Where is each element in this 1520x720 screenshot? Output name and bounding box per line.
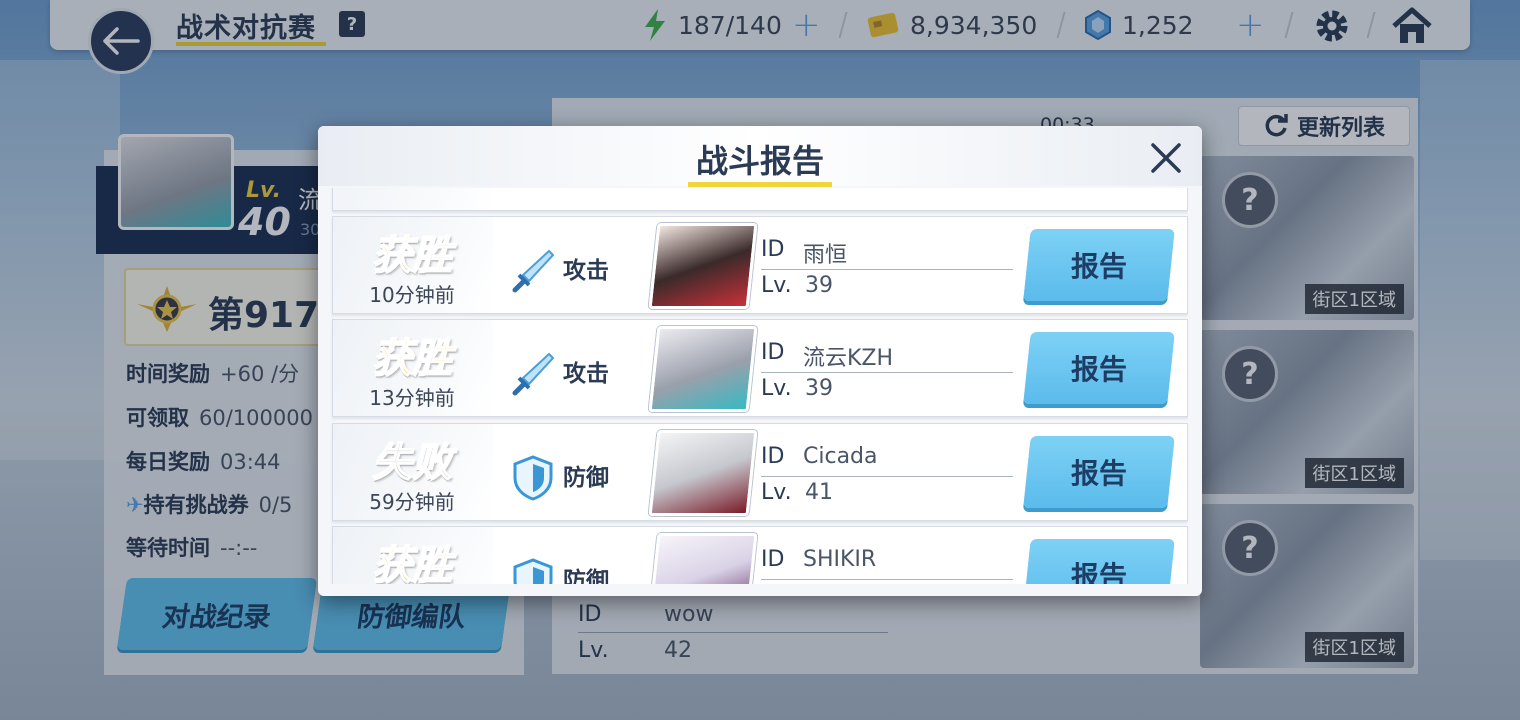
report-button[interactable]: 报告 — [1023, 436, 1175, 508]
lv-label: Lv. — [761, 273, 792, 298]
opponent-avatar — [648, 223, 758, 309]
id-label: ID — [761, 340, 785, 365]
sword-icon — [512, 249, 555, 293]
opponent-avatar — [648, 430, 758, 516]
opponent-id: SHIKIR — [803, 547, 877, 572]
report-row: 获胜 10分钟前 攻击 ID 雨恒 Lv. 39 报告 — [332, 216, 1188, 314]
id-label: ID — [761, 237, 785, 262]
divider — [761, 579, 1013, 580]
modal-title: 战斗报告 — [695, 142, 824, 180]
report-button[interactable]: 报告 — [1023, 229, 1175, 301]
report-button[interactable]: 报告 — [1023, 332, 1175, 404]
divider — [761, 269, 1013, 270]
battle-report-modal: 战斗报告 获胜 10分钟前 攻击 ID 雨恒 Lv. 39 报告 获胜 13分钟… — [318, 126, 1202, 596]
report-button-label: 报告 — [1070, 353, 1127, 386]
opponent-level: 39 — [805, 376, 833, 401]
battle-type: 攻击 — [563, 361, 609, 387]
result-label: 获胜 — [371, 232, 453, 280]
opponent-id: Cicada — [803, 444, 878, 469]
result-label: 失败 — [371, 439, 453, 487]
opponent-level: 39 — [805, 273, 833, 298]
id-label: ID — [761, 547, 785, 572]
lv-label: Lv. — [761, 376, 792, 401]
report-button-label: 报告 — [1070, 560, 1127, 584]
battle-type: 防御 — [563, 568, 609, 584]
time-ago: 10分钟前 — [369, 283, 455, 307]
row-decoration — [333, 188, 493, 210]
shield-icon — [513, 558, 553, 584]
lv-label: Lv. — [761, 480, 792, 505]
close-icon — [1151, 143, 1181, 173]
battle-type: 攻击 — [563, 258, 609, 284]
report-list[interactable]: 获胜 10分钟前 攻击 ID 雨恒 Lv. 39 报告 获胜 13分钟前 攻击 … — [330, 188, 1188, 584]
opponent-id: 流云KZH — [803, 346, 894, 371]
report-button-label: 报告 — [1070, 250, 1127, 283]
sword-icon — [512, 352, 555, 396]
result-label: 获胜 — [371, 335, 453, 383]
report-row: 获胜 13分钟前 攻击 ID 流云KZH Lv. 39 报告 — [332, 319, 1188, 417]
opponent-avatar — [648, 326, 758, 412]
report-row: 失败 59分钟前 防御 ID Cicada Lv. 41 报告 — [332, 423, 1188, 521]
time-ago: 13分钟前 — [369, 386, 455, 410]
opponent-avatar — [648, 533, 758, 584]
shield-icon — [513, 455, 553, 501]
modal-title-underline — [688, 182, 832, 187]
report-button-label: 报告 — [1070, 457, 1127, 490]
battle-type: 防御 — [563, 465, 609, 491]
divider — [761, 476, 1013, 477]
report-button[interactable]: 报告 — [1023, 539, 1175, 584]
lv-label: Lv. — [761, 583, 792, 584]
time-ago: 59分钟前 — [369, 490, 455, 514]
opponent-level: 41 — [805, 480, 833, 505]
close-button[interactable] — [1146, 138, 1186, 178]
id-label: ID — [761, 444, 785, 469]
divider — [761, 372, 1013, 373]
report-row — [332, 188, 1188, 211]
result-label: 获胜 — [371, 542, 453, 584]
opponent-id: 雨恒 — [803, 243, 848, 268]
report-row: 获胜 防御 ID SHIKIR Lv. 报告 — [332, 526, 1188, 584]
